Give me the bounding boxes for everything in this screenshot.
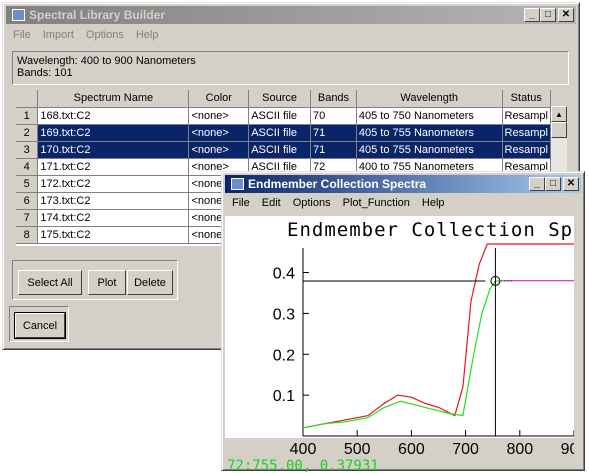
wavelength-cell[interactable]: 405 to 750 Nanometers: [356, 107, 503, 125]
table-row[interactable]: 3 170.txt:C2 <none> ASCII file 71 405 to 755 …: [16, 141, 551, 159]
spectrum-name-cell[interactable]: 175.txt:C2: [37, 226, 190, 244]
ecs-title: Endmember Collection Spectra: [248, 177, 427, 191]
endmember-spectra-window: Endmember Collection Spectra _ □ ✕ File …: [221, 171, 585, 472]
spectrum-name-cell[interactable]: 171.txt:C2: [37, 158, 190, 176]
spectrum-name-cell[interactable]: 173.txt:C2: [37, 192, 190, 210]
spectrum-name-cell[interactable]: 172.txt:C2: [37, 175, 190, 193]
ecs-titlebar[interactable]: Endmember Collection Spectra _ □ ✕: [225, 175, 581, 193]
color-cell[interactable]: <none>: [188, 124, 250, 142]
col-status[interactable]: Status: [502, 90, 551, 108]
col-wavelength[interactable]: Wavelength: [356, 90, 503, 108]
menu-plot-function[interactable]: Plot_Function: [337, 194, 416, 212]
row-number[interactable]: 4: [16, 158, 39, 176]
source-cell[interactable]: ASCII file: [248, 107, 312, 125]
menu-file[interactable]: File: [226, 194, 256, 212]
source-cell[interactable]: ASCII file: [248, 124, 312, 142]
col-bands[interactable]: Bands: [310, 90, 357, 108]
bands-cell[interactable]: 70: [310, 107, 357, 125]
y-tick-label: 0.3: [273, 306, 295, 323]
row-number[interactable]: 5: [16, 175, 39, 193]
status-cell[interactable]: Resampl: [502, 107, 551, 125]
slb-titlebar[interactable]: Spectral Library Builder _ □ ✕: [6, 6, 576, 24]
row-number[interactable]: 7: [16, 209, 39, 227]
close-icon[interactable]: ✕: [563, 177, 579, 191]
cursor-readout: 72:755.00, 0.37931: [227, 458, 379, 472]
app-icon: [231, 178, 244, 190]
status-cell[interactable]: Resampl: [502, 141, 551, 159]
x-tick-label: 900: [561, 441, 574, 458]
menu-help[interactable]: Help: [416, 194, 451, 212]
spectrum-name-cell[interactable]: 174.txt:C2: [37, 209, 190, 227]
info-panel: Wavelength: 400 to 900 Nanometers Bands:…: [12, 51, 569, 85]
menu-help[interactable]: Help: [130, 26, 165, 44]
maximize-icon[interactable]: □: [540, 8, 556, 22]
delete-button[interactable]: Delete: [127, 270, 173, 295]
menu-edit[interactable]: Edit: [256, 194, 287, 212]
corner-cell: [16, 90, 39, 108]
close-icon[interactable]: ✕: [558, 8, 574, 22]
table-row[interactable]: 2 169.txt:C2 <none> ASCII file 71 405 to 755 …: [16, 124, 551, 142]
scroll-thumb[interactable]: [551, 122, 567, 138]
x-tick-label: 500: [344, 441, 371, 458]
wavelength-info: Wavelength: 400 to 900 Nanometers: [17, 55, 196, 67]
row-number[interactable]: 8: [16, 226, 39, 244]
spectrum-name-cell[interactable]: 169.txt:C2: [37, 124, 190, 142]
x-tick-label: 400: [290, 441, 317, 458]
color-cell[interactable]: <none>: [188, 107, 250, 125]
spectrum-name-cell[interactable]: 168.txt:C2: [37, 107, 190, 125]
table-header-row: Spectrum Name Color Source Bands Wavelen…: [16, 90, 551, 108]
menu-options[interactable]: Options: [80, 26, 130, 44]
color-cell[interactable]: <none>: [188, 141, 250, 159]
y-tick-label: 0.1: [273, 388, 295, 405]
x-tick-label: 600: [398, 441, 425, 458]
col-color[interactable]: Color: [188, 90, 250, 108]
select-all-button[interactable]: Select All: [18, 270, 82, 295]
cancel-button[interactable]: Cancel: [14, 312, 66, 339]
row-number[interactable]: 6: [16, 192, 39, 210]
x-tick-label: 700: [452, 441, 479, 458]
maximize-icon[interactable]: □: [545, 177, 561, 191]
spectrum-line: [302, 280, 504, 429]
minimize-icon[interactable]: _: [529, 177, 545, 191]
chart-title: Endmember Collection Spectra: [287, 219, 574, 241]
menu-options[interactable]: Options: [287, 194, 337, 212]
ecs-menubar: File Edit Options Plot_Function Help: [226, 194, 580, 212]
row-number[interactable]: 2: [16, 124, 39, 142]
bands-info: Bands: 101: [17, 67, 73, 79]
spectrum-name-cell[interactable]: 170.txt:C2: [37, 141, 190, 159]
menu-import[interactable]: Import: [37, 26, 80, 44]
table-row[interactable]: 1 168.txt:C2 <none> ASCII file 70 405 to 750 …: [16, 107, 551, 125]
scroll-up-icon[interactable]: ▲: [551, 106, 567, 122]
col-spectrum-name[interactable]: Spectrum Name: [37, 90, 190, 108]
source-cell[interactable]: ASCII file: [248, 141, 312, 159]
row-number[interactable]: 1: [16, 107, 39, 125]
bands-cell[interactable]: 71: [310, 141, 357, 159]
app-icon: [12, 9, 25, 21]
col-source[interactable]: Source: [248, 90, 312, 108]
wavelength-cell[interactable]: 405 to 755 Nanometers: [356, 141, 503, 159]
spectrum-line: [302, 243, 574, 429]
menu-file[interactable]: File: [7, 26, 37, 44]
x-tick-label: 800: [506, 441, 533, 458]
wavelength-cell[interactable]: 405 to 755 Nanometers: [356, 124, 503, 142]
row-number[interactable]: 3: [16, 141, 39, 159]
plot-area[interactable]: Endmember Collection Spectra 0.1 0.2 0.3 0.4…: [225, 216, 574, 472]
y-tick-label: 0.2: [273, 347, 295, 364]
spectra-plot[interactable]: Endmember Collection Spectra 0.1 0.2 0.3 0.4…: [225, 216, 574, 472]
minimize-icon[interactable]: _: [524, 8, 540, 22]
y-tick-label: 0.4: [273, 266, 295, 283]
status-cell[interactable]: Resampl: [502, 124, 551, 142]
slb-menubar: File Import Options Help: [7, 26, 575, 44]
plot-button[interactable]: Plot: [88, 270, 126, 295]
slb-title: Spectral Library Builder: [29, 8, 166, 22]
bands-cell[interactable]: 71: [310, 124, 357, 142]
